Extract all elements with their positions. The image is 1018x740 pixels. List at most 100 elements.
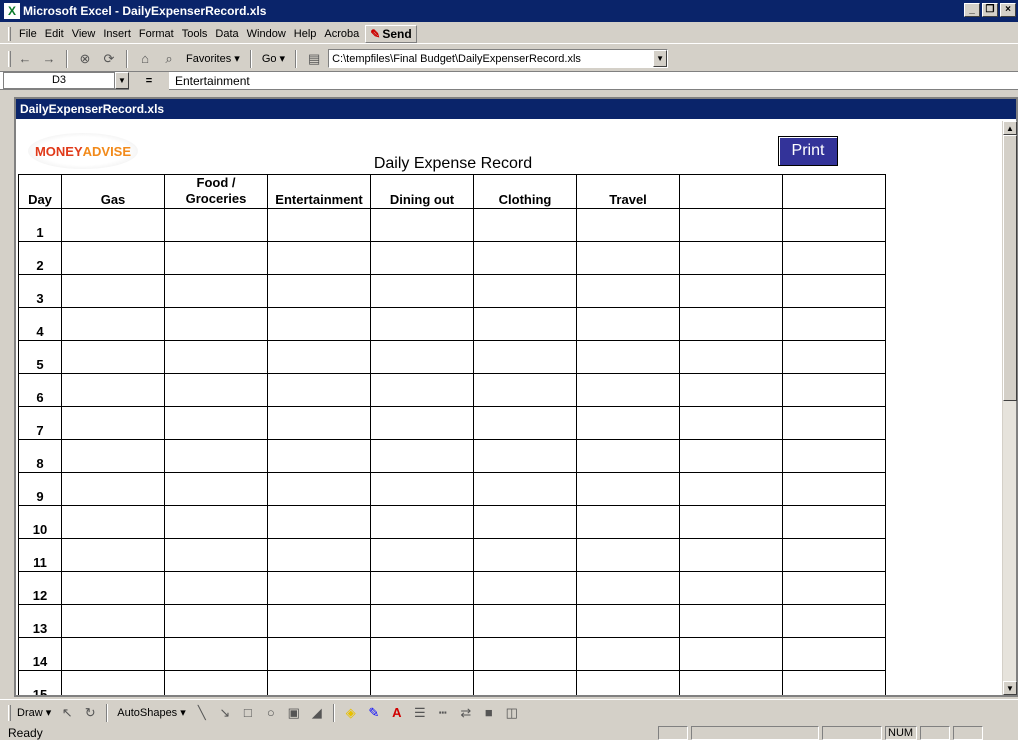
menu-edit[interactable]: Edit: [41, 28, 68, 40]
expense-cell[interactable]: [61, 406, 165, 440]
expense-cell[interactable]: [782, 604, 886, 638]
expense-cell[interactable]: [370, 670, 474, 695]
expense-cell[interactable]: [576, 241, 680, 275]
expense-cell[interactable]: [164, 604, 268, 638]
toolbar-grip[interactable]: [8, 704, 11, 721]
restore-button[interactable]: ❐: [982, 3, 998, 17]
expense-cell[interactable]: [782, 637, 886, 671]
expense-cell[interactable]: [782, 538, 886, 572]
expense-cell[interactable]: [164, 439, 268, 473]
expense-cell[interactable]: [370, 472, 474, 506]
expense-cell[interactable]: [473, 340, 577, 374]
worksheet[interactable]: MONEY ADVISE Print Daily Expense Record D…: [18, 121, 1004, 695]
expense-cell[interactable]: [267, 406, 371, 440]
expense-cell[interactable]: [782, 505, 886, 539]
menu-acrobat[interactable]: Acroba: [320, 28, 363, 40]
expense-cell[interactable]: [679, 439, 783, 473]
expense-cell[interactable]: [370, 340, 474, 374]
expense-cell[interactable]: [473, 241, 577, 275]
day-cell[interactable]: 10: [18, 505, 62, 539]
expense-cell[interactable]: [164, 241, 268, 275]
expense-cell[interactable]: [370, 373, 474, 407]
expense-cell[interactable]: [61, 571, 165, 605]
expense-cell[interactable]: [164, 307, 268, 341]
expense-cell[interactable]: [61, 538, 165, 572]
expense-cell[interactable]: [370, 208, 474, 242]
day-cell[interactable]: 6: [18, 373, 62, 407]
expense-cell[interactable]: [679, 274, 783, 308]
expense-cell[interactable]: [576, 472, 680, 506]
expense-cell[interactable]: [782, 307, 886, 341]
expense-cell[interactable]: [267, 637, 371, 671]
expense-cell[interactable]: [679, 538, 783, 572]
menu-file[interactable]: File: [15, 28, 41, 40]
header-cell-gas[interactable]: Gas: [61, 174, 165, 209]
dash-style-icon[interactable]: ┅: [433, 703, 453, 723]
expense-cell[interactable]: [679, 472, 783, 506]
favorites-button[interactable]: Favorites ▾: [183, 52, 243, 65]
expense-cell[interactable]: [473, 307, 577, 341]
expense-cell[interactable]: [267, 274, 371, 308]
expense-cell[interactable]: [576, 670, 680, 695]
day-cell[interactable]: 12: [18, 571, 62, 605]
expense-cell[interactable]: [679, 406, 783, 440]
forward-icon[interactable]: →: [39, 49, 59, 69]
header-cell-entertainment[interactable]: Entertainment: [267, 174, 371, 209]
text-box-icon[interactable]: ▣: [284, 703, 304, 723]
expense-cell[interactable]: [782, 439, 886, 473]
day-cell[interactable]: 3: [18, 274, 62, 308]
expense-cell[interactable]: [679, 604, 783, 638]
expense-cell[interactable]: [679, 571, 783, 605]
expense-cell[interactable]: [473, 637, 577, 671]
minimize-button[interactable]: _: [964, 3, 980, 17]
expense-cell[interactable]: [164, 274, 268, 308]
arrow-icon[interactable]: ↘: [215, 703, 235, 723]
formula-input[interactable]: Entertainment: [169, 74, 250, 88]
day-cell[interactable]: 8: [18, 439, 62, 473]
expense-cell[interactable]: [473, 670, 577, 695]
equals-icon[interactable]: =: [129, 71, 169, 90]
expense-cell[interactable]: [164, 571, 268, 605]
day-cell[interactable]: 4: [18, 307, 62, 341]
expense-cell[interactable]: [782, 241, 886, 275]
day-cell[interactable]: 9: [18, 472, 62, 506]
vertical-scrollbar[interactable]: ▲ ▼: [1002, 121, 1017, 695]
expense-cell[interactable]: [576, 505, 680, 539]
go-button[interactable]: Go ▾: [259, 52, 288, 65]
expense-cell[interactable]: [679, 373, 783, 407]
expense-cell[interactable]: [61, 241, 165, 275]
expense-cell[interactable]: [61, 340, 165, 374]
expense-cell[interactable]: [473, 472, 577, 506]
expense-cell[interactable]: [473, 439, 577, 473]
day-cell[interactable]: 11: [18, 538, 62, 572]
expense-cell[interactable]: [370, 505, 474, 539]
autoshapes-menu-button[interactable]: AutoShapes ▾: [114, 706, 189, 719]
free-rotate-icon[interactable]: ↻: [80, 703, 100, 723]
expense-cell[interactable]: [473, 274, 577, 308]
line-style-icon[interactable]: ☰: [410, 703, 430, 723]
wordart-icon[interactable]: ◢: [307, 703, 327, 723]
line-icon[interactable]: ╲: [192, 703, 212, 723]
menu-tools[interactable]: Tools: [178, 28, 212, 40]
header-cell-blank[interactable]: [679, 174, 783, 209]
expense-cell[interactable]: [267, 208, 371, 242]
expense-cell[interactable]: [164, 208, 268, 242]
expense-cell[interactable]: [164, 373, 268, 407]
expense-cell[interactable]: [576, 307, 680, 341]
expense-cell[interactable]: [782, 208, 886, 242]
expense-cell[interactable]: [576, 274, 680, 308]
expense-cell[interactable]: [267, 373, 371, 407]
expense-cell[interactable]: [576, 538, 680, 572]
expense-cell[interactable]: [267, 439, 371, 473]
expense-cell[interactable]: [61, 472, 165, 506]
expense-cell[interactable]: [370, 538, 474, 572]
font-color-icon[interactable]: A: [387, 703, 407, 723]
expense-cell[interactable]: [61, 670, 165, 695]
menu-data[interactable]: Data: [211, 28, 242, 40]
expense-cell[interactable]: [782, 670, 886, 695]
expense-cell[interactable]: [679, 241, 783, 275]
menu-view[interactable]: View: [68, 28, 100, 40]
expense-cell[interactable]: [782, 274, 886, 308]
expense-cell[interactable]: [61, 604, 165, 638]
address-field[interactable]: C:\tempfiles\Final Budget\DailyExpenserR…: [328, 49, 669, 68]
